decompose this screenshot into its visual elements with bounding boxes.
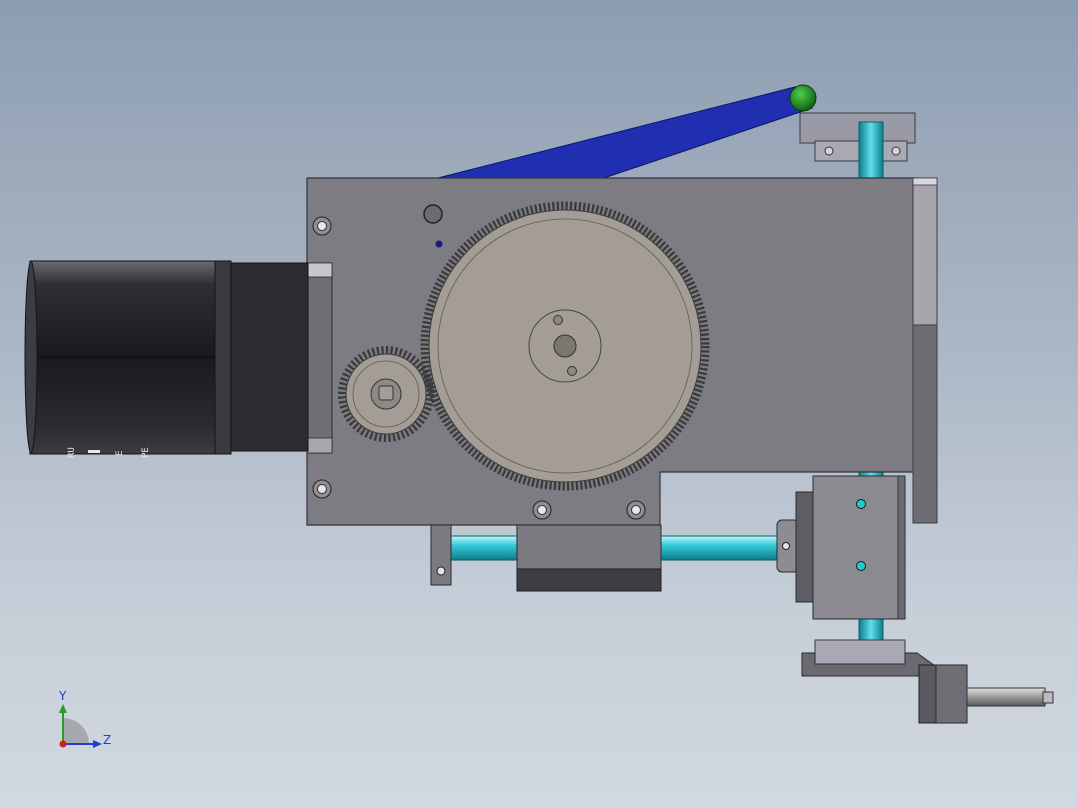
slider-block[interactable] [812, 475, 906, 620]
plate-screw[interactable] [532, 500, 552, 520]
bolt-hole [824, 146, 834, 156]
bottom-clamp[interactable] [814, 639, 906, 665]
z-axis-label: Z [103, 733, 111, 747]
motor-end-cap [24, 260, 38, 454]
y-axis-label: Y [58, 689, 67, 703]
pivot-knob[interactable] [789, 84, 817, 112]
coordinate-triad[interactable]: Y Z [58, 689, 111, 748]
bearing-block-base[interactable] [516, 568, 662, 592]
y-axis-arrow [59, 704, 67, 713]
slider-block-edge [897, 475, 906, 620]
plate-hole [423, 204, 443, 224]
cad-viewport[interactable]: RU E PE Y Z [0, 0, 1078, 808]
bearing-block[interactable] [516, 524, 662, 570]
motor-mark: RU [67, 447, 77, 458]
plate-dot [435, 240, 443, 248]
motor-collar [213, 260, 232, 455]
triad-plane [63, 718, 89, 744]
motor-flange-face [306, 437, 333, 454]
right-rail-lower[interactable] [912, 324, 938, 524]
right-rail-cap [912, 177, 938, 186]
motor-mark: E [115, 451, 125, 456]
vertical-shaft-upper[interactable] [858, 121, 884, 181]
slider-hole [856, 499, 866, 509]
left-tab-bracket[interactable] [430, 524, 452, 586]
motor-square-section[interactable] [229, 262, 309, 452]
motor-mark: PE [141, 447, 151, 458]
rod-mount-face [935, 664, 968, 724]
linkage-arm[interactable] [429, 86, 813, 181]
plate-screw[interactable] [626, 500, 646, 520]
bolt-hole [891, 146, 901, 156]
bolt-hole [782, 542, 790, 550]
motor-flange[interactable] [306, 262, 333, 454]
bolt-hole [436, 566, 446, 576]
output-rod-tip [1042, 691, 1054, 704]
plate-screw[interactable] [312, 479, 332, 499]
cad-model-scene[interactable]: RU E PE Y Z [0, 0, 1078, 808]
output-rod[interactable] [966, 687, 1046, 707]
slider-hole [856, 561, 866, 571]
motor-flange-face [306, 262, 333, 278]
top-bracket-block[interactable] [799, 112, 916, 144]
plate-screw[interactable] [312, 216, 332, 236]
motor-mark-bar [88, 450, 100, 453]
right-rail-upper[interactable] [912, 177, 938, 326]
x-axis-origin [59, 740, 67, 748]
z-axis-arrow [93, 740, 102, 748]
